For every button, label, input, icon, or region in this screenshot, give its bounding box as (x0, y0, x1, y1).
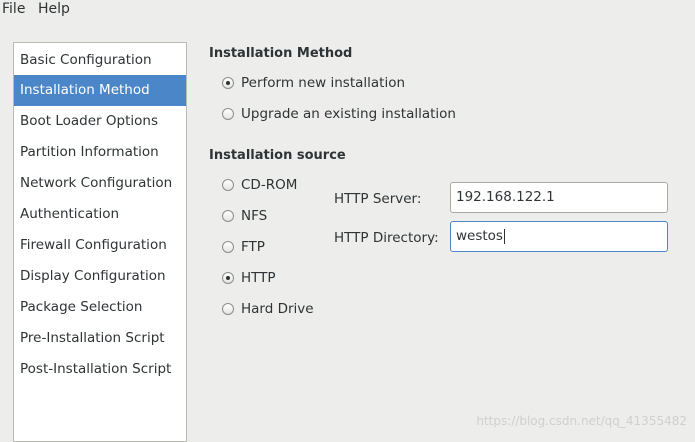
sidebar-item-pre-installation-script[interactable]: Pre-Installation Script (14, 323, 186, 354)
sidebar-item-boot-loader-options[interactable]: Boot Loader Options (14, 106, 186, 137)
radio-ftp[interactable]: FTP (222, 237, 265, 257)
sidebar-item-package-selection[interactable]: Package Selection (14, 292, 186, 323)
radio-label: Upgrade an existing installation (241, 106, 456, 122)
sidebar-list: Basic Configuration Installation Method … (13, 42, 187, 442)
radio-unchecked-icon (222, 303, 234, 315)
menu-bar: File Help (0, 0, 695, 22)
radio-unchecked-icon (222, 210, 234, 222)
sidebar-item-firewall-configuration[interactable]: Firewall Configuration (14, 230, 186, 261)
sidebar-item-network-configuration[interactable]: Network Configuration (14, 168, 186, 199)
http-directory-label: HTTP Directory: (334, 230, 439, 246)
http-server-label: HTTP Server: (334, 191, 422, 207)
radio-unchecked-icon (222, 108, 234, 120)
sidebar-item-authentication[interactable]: Authentication (14, 199, 186, 230)
installation-source-title: Installation source (209, 148, 346, 163)
sidebar-item-basic-configuration[interactable]: Basic Configuration (14, 45, 186, 76)
sidebar-item-installation-method[interactable]: Installation Method (14, 75, 186, 106)
radio-label: HTTP (241, 270, 276, 286)
radio-checked-icon (222, 272, 234, 284)
radio-perform-new-installation[interactable]: Perform new installation (222, 73, 405, 93)
radio-unchecked-icon (222, 179, 234, 191)
watermark: https://blog.csdn.net/qq_41355482 (476, 414, 687, 428)
radio-checked-icon (222, 77, 234, 89)
radio-upgrade-existing-installation[interactable]: Upgrade an existing installation (222, 104, 456, 124)
radio-label: Hard Drive (241, 301, 314, 317)
sidebar-item-display-configuration[interactable]: Display Configuration (14, 261, 186, 292)
installation-method-title: Installation Method (209, 46, 353, 61)
menu-file[interactable]: File (2, 1, 25, 17)
http-directory-input[interactable]: westos (450, 221, 668, 252)
radio-http[interactable]: HTTP (222, 268, 276, 288)
radio-label: NFS (241, 208, 268, 224)
radio-unchecked-icon (222, 241, 234, 253)
radio-hard-drive[interactable]: Hard Drive (222, 299, 314, 319)
menu-help[interactable]: Help (38, 1, 70, 17)
radio-nfs[interactable]: NFS (222, 206, 267, 226)
text-caret (503, 228, 505, 244)
radio-cdrom[interactable]: CD-ROM (222, 175, 297, 195)
sidebar-item-post-installation-script[interactable]: Post-Installation Script (14, 354, 186, 385)
sidebar-item-partition-information[interactable]: Partition Information (14, 137, 186, 168)
radio-label: Perform new installation (241, 75, 406, 91)
http-server-input[interactable]: 192.168.122.1 (450, 182, 668, 213)
radio-label: CD-ROM (241, 177, 298, 193)
radio-label: FTP (241, 239, 265, 255)
